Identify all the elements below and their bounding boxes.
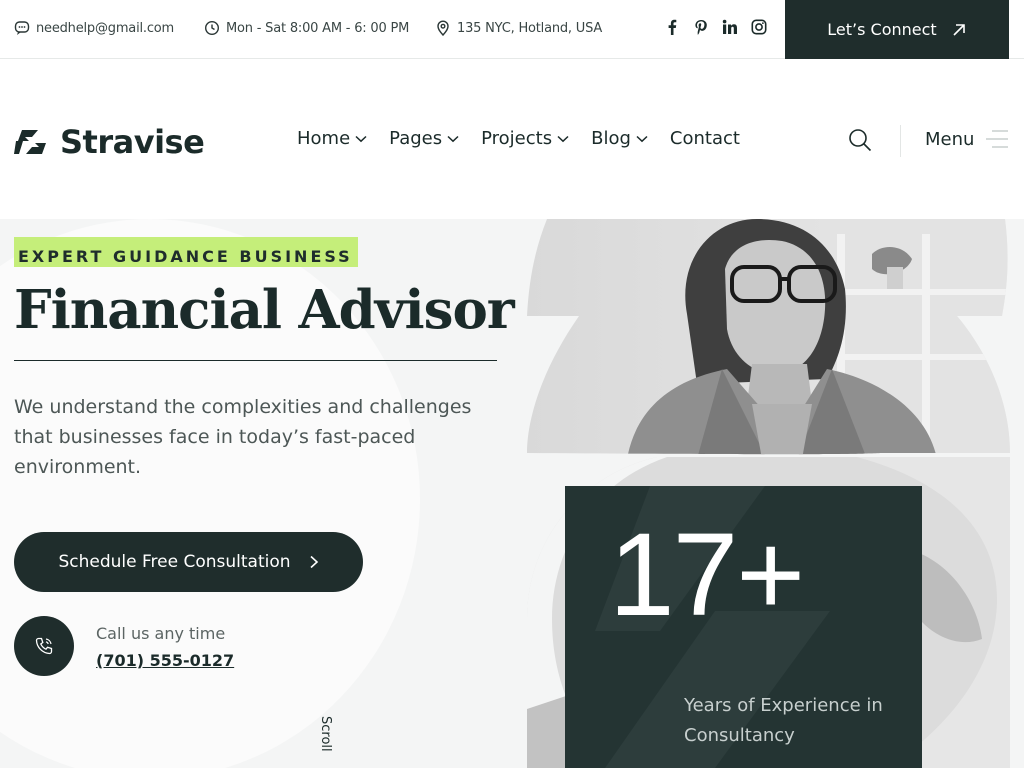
experience-number: 17+ (609, 509, 805, 641)
office-address-text: 135 NYC, Hotland, USA (457, 20, 603, 36)
nav-item-home[interactable]: Home (297, 128, 367, 149)
nav-item-pages[interactable]: Pages (389, 128, 459, 149)
linkedin-icon[interactable] (722, 18, 738, 36)
title-underline (14, 360, 497, 361)
chevron-down-icon (447, 135, 459, 142)
main-nav: Home Pages Projects Blog Contact (297, 128, 740, 149)
chat-icon (14, 21, 30, 35)
chevron-down-icon (636, 135, 648, 142)
contact-email[interactable]: needhelp@gmail.com (14, 20, 174, 36)
experience-stat-card: 17+ Years of Experience in Consultancy (565, 486, 922, 768)
phone-icon (35, 637, 53, 655)
social-links (664, 18, 767, 36)
experience-label: Years of Experience in Consultancy (684, 695, 883, 746)
hero-title: Financial Advisor (14, 279, 515, 341)
opening-hours: Mon - Sat 8:00 AM - 6: 00 PM (204, 20, 409, 36)
nav-item-label: Home (297, 128, 351, 149)
facebook-icon[interactable] (664, 18, 680, 36)
contact-email-text: needhelp@gmail.com (36, 20, 174, 36)
instagram-icon[interactable] (751, 18, 767, 36)
hero-description: We understand the complexities and chall… (14, 396, 472, 478)
nav-item-projects[interactable]: Projects (481, 128, 569, 149)
office-address: 135 NYC, Hotland, USA (435, 20, 602, 36)
call-number-link[interactable]: (701) 555-0127 (96, 651, 234, 670)
nav-item-label: Projects (481, 128, 553, 149)
hero-section: EXPERT GUIDANCE BUSINESS Financial Advis… (0, 219, 1024, 768)
nav-item-label: Blog (591, 128, 631, 149)
opening-hours-text: Mon - Sat 8:00 AM - 6: 00 PM (226, 20, 410, 36)
hero-eyebrow: EXPERT GUIDANCE BUSINESS (14, 237, 358, 267)
logo-mark-icon (14, 130, 46, 154)
header-divider (900, 125, 901, 157)
menu-button[interactable]: Menu (925, 128, 1009, 150)
hamburger-icon (986, 130, 1009, 148)
schedule-consultation-button[interactable]: Schedule Free Consultation (14, 532, 363, 592)
arrow-up-right-icon (953, 23, 965, 36)
nav-item-contact[interactable]: Contact (670, 128, 740, 149)
call-label: Call us any time (96, 624, 226, 643)
cta-label: Schedule Free Consultation (58, 552, 291, 572)
nav-item-label: Contact (669, 128, 740, 149)
menu-label: Menu (925, 128, 975, 150)
chevron-down-icon (355, 135, 367, 142)
lets-connect-button[interactable]: Let’s Connect (785, 0, 1009, 59)
lets-connect-label: Let’s Connect (827, 20, 937, 39)
nav-item-label: Pages (389, 128, 443, 149)
logo-text: Stravise (60, 123, 205, 161)
location-pin-icon (437, 20, 449, 36)
phone-button[interactable] (14, 616, 74, 676)
search-button[interactable] (848, 128, 874, 154)
chevron-down-icon (557, 135, 569, 142)
site-logo[interactable]: Stravise (14, 123, 205, 161)
search-icon (849, 129, 872, 152)
top-bar: needhelp@gmail.com Mon - Sat 8:00 AM - 6… (0, 0, 1024, 59)
scroll-indicator[interactable]: Scroll (318, 716, 333, 752)
clock-icon (204, 20, 220, 36)
nav-item-blog[interactable]: Blog (591, 128, 648, 149)
pinterest-icon[interactable] (693, 18, 709, 36)
chevron-right-icon (309, 555, 318, 569)
